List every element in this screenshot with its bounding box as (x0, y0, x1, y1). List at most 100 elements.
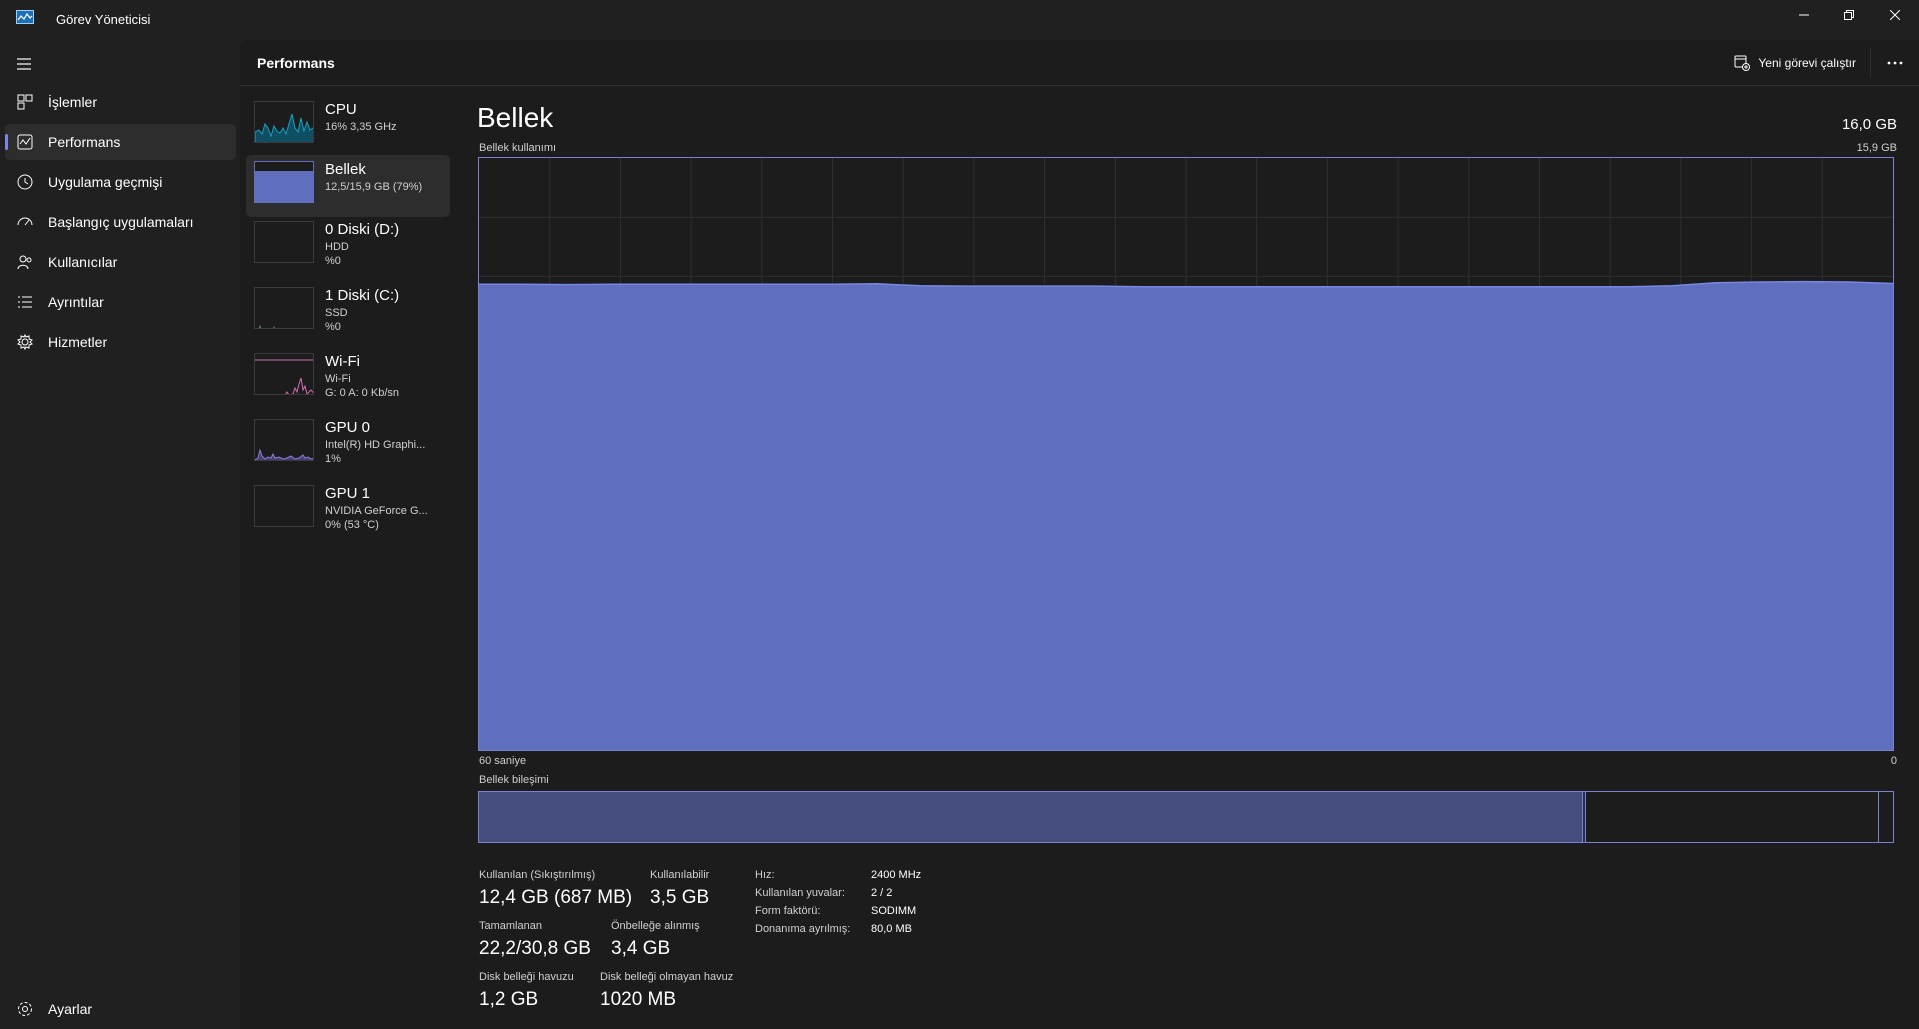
memory-thumbnail-graph (254, 161, 314, 203)
spec-hw-reserved-value: 80,0 MB (871, 923, 912, 935)
stat-paged-pool-label: Disk belleği havuzu (479, 971, 574, 983)
device-disk-c-usage: %0 (325, 321, 341, 333)
composition-free[interactable] (1879, 792, 1893, 842)
stat-committed-label: Tamamlanan (479, 920, 542, 932)
disk-d-thumbnail-graph (254, 221, 314, 263)
device-wifi[interactable]: Wi-Fi Wi-Fi G: 0 A: 0 Kb/sn (246, 347, 450, 409)
nav-item-performance[interactable]: Performans (5, 124, 236, 160)
nav-item-startup-apps[interactable]: Başlangıç uygulamaları (5, 204, 236, 240)
device-gpu-1-model: NVIDIA GeForce G... (325, 505, 428, 517)
device-gpu-1-usage: 0% (53 °C) (325, 519, 379, 531)
device-name-memory: Bellek (325, 161, 366, 178)
run-new-task-button[interactable]: Yeni görevi çalıştır (1734, 53, 1856, 73)
task-manager-logo-icon (16, 10, 34, 24)
device-disk-d[interactable]: 0 Diski (D:) HDD %0 (246, 215, 450, 277)
device-gpu-0-model: Intel(R) HD Graphi... (325, 439, 426, 451)
composition-standby[interactable] (1586, 792, 1879, 842)
graph-time-left: 60 saniye (479, 755, 527, 767)
usage-graph-label: Bellek kullanımı (479, 142, 557, 154)
gpu-1-thumbnail-graph (254, 485, 314, 527)
device-gpu-0[interactable]: GPU 0 Intel(R) HD Graphi... 1% (246, 413, 450, 475)
device-disk-c-type: SSD (325, 307, 348, 319)
composition-in-use[interactable] (479, 792, 1582, 842)
device-name-disk-c: 1 Diski (C:) (325, 287, 400, 304)
stat-in-use-value: 12,4 GB (687 MB) (479, 887, 633, 908)
device-memory-usage: 12,5/15,9 GB (79%) (325, 181, 423, 193)
users-icon (17, 255, 32, 270)
cpu-thumbnail-graph (254, 101, 314, 143)
spec-slots-key: Kullanılan yuvalar: (755, 887, 845, 899)
minimize-button[interactable] (1781, 0, 1827, 30)
stat-cached-label: Önbelleğe alınmış (611, 920, 700, 932)
nav-label-app-history: Uygulama geçmişi (48, 174, 163, 190)
device-cpu[interactable]: CPU 16% 3,35 GHz (246, 95, 450, 157)
nav-label-details: Ayrıntılar (48, 294, 104, 310)
history-icon (17, 174, 33, 190)
settings-gear-icon (18, 1002, 32, 1016)
nav-label-users: Kullanıcılar (48, 254, 118, 270)
memory-usage-area (479, 281, 1893, 750)
run-task-label: Yeni görevi çalıştır (1758, 56, 1856, 70)
nav-item-services[interactable]: Hizmetler (5, 324, 236, 360)
stat-cached-value: 3,4 GB (611, 938, 671, 959)
performance-icon (17, 134, 33, 150)
device-name-cpu: CPU (325, 101, 357, 118)
spec-speed-value: 2400 MHz (871, 869, 922, 881)
page-title: Performans (257, 55, 335, 71)
restore-button[interactable] (1826, 0, 1872, 30)
more-options-icon (1887, 61, 1903, 65)
stat-paged-pool-value: 1,2 GB (479, 989, 539, 1010)
nav-item-settings[interactable]: Ayarlar (5, 991, 236, 1027)
memory-usage-chart (479, 158, 1893, 750)
spec-slots-value: 2 / 2 (871, 887, 893, 899)
spec-form-factor-key: Form faktörü: (755, 905, 821, 917)
device-gpu-0-usage: 1% (325, 453, 341, 465)
main-header: Performans Yeni görevi çalıştır (240, 40, 1919, 86)
usage-graph-max: 15,9 GB (1856, 142, 1897, 154)
stat-available-value: 3,5 GB (650, 887, 710, 908)
nav-item-details[interactable]: Ayrıntılar (5, 284, 236, 320)
device-name-gpu-0: GPU 0 (325, 419, 371, 436)
nav-item-app-history[interactable]: Uygulama geçmişi (5, 164, 236, 200)
processes-icon (17, 94, 33, 110)
app-title: Görev Yöneticisi (56, 12, 151, 27)
stat-nonpaged-pool-label: Disk belleği olmayan havuz (600, 971, 734, 983)
stat-nonpaged-pool-value: 1020 MB (600, 989, 677, 1010)
minimize-icon (1799, 14, 1809, 16)
device-memory[interactable]: Bellek 12,5/15,9 GB (79%) (246, 155, 450, 217)
restore-icon (1844, 10, 1854, 20)
nav-label-settings: Ayarlar (48, 1001, 93, 1017)
nav-item-users[interactable]: Kullanıcılar (5, 244, 236, 280)
device-name-gpu-1: GPU 1 (325, 485, 371, 502)
nav-label-services: Hizmetler (48, 334, 108, 350)
device-disk-d-usage: %0 (325, 255, 341, 267)
nav-label-startup-apps: Başlangıç uygulamaları (48, 214, 194, 230)
nav-label-processes: İşlemler (48, 94, 98, 110)
device-name-wifi: Wi-Fi (325, 353, 360, 370)
spec-speed-key: Hız: (755, 869, 775, 881)
device-cpu-usage: 16% 3,35 GHz (325, 121, 397, 133)
hamburger-menu-icon[interactable] (14, 54, 34, 74)
nav-label-performance: Performans (48, 134, 121, 150)
stat-in-use-label: Kullanılan (Sıkıştırılmış) (479, 869, 596, 881)
detail-total-memory: 16,0 GB (1841, 116, 1897, 133)
device-disk-c[interactable]: 1 Diski (C:) SSD %0 (246, 281, 450, 343)
wifi-thumbnail-graph (254, 353, 314, 395)
device-disk-d-type: HDD (325, 241, 349, 253)
device-wifi-adapter: Wi-Fi (325, 373, 351, 385)
header-divider (1870, 48, 1871, 78)
sidebar: İşlemler Performans Uygulama geçmişi Baş… (0, 40, 240, 1029)
details-icon (18, 296, 32, 308)
more-options-button[interactable] (1883, 52, 1907, 74)
spec-form-factor-value: SODIMM (871, 905, 917, 917)
device-gpu-1[interactable]: GPU 1 NVIDIA GeForce G... 0% (53 °C) (246, 479, 450, 541)
device-name-disk-d: 0 Diski (D:) (325, 221, 400, 238)
close-button[interactable] (1872, 0, 1918, 30)
stat-available-label: Kullanılabilir (650, 869, 710, 881)
spec-hw-reserved-key: Donanıma ayrılmış: (755, 923, 851, 935)
nav-item-processes[interactable]: İşlemler (5, 84, 236, 120)
device-wifi-throughput: G: 0 A: 0 Kb/sn (325, 387, 399, 399)
memory-composition-bar (478, 791, 1894, 843)
run-task-icon (1734, 55, 1751, 71)
memory-usage-graph (478, 157, 1894, 751)
